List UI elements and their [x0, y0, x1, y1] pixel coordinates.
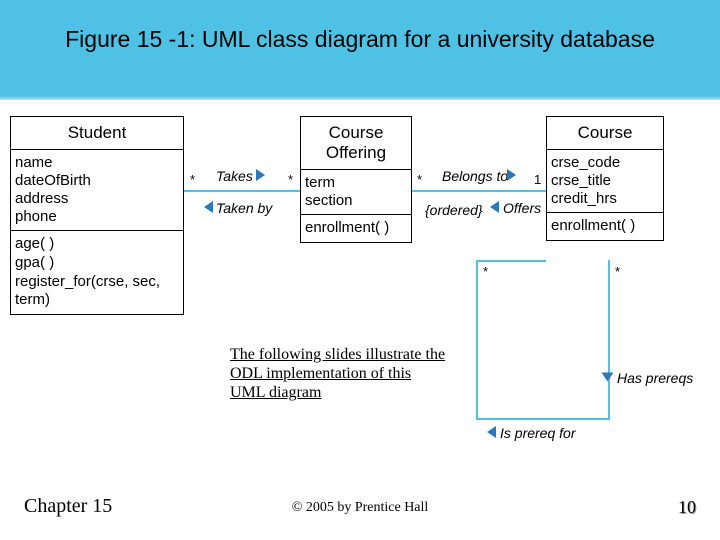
- arrowhead-belongsto-icon: [507, 169, 516, 181]
- uml-class-student-ops: age( )gpa( )register_for(crse, sec, term…: [11, 231, 183, 314]
- assoc-takes-label: Takes: [216, 168, 253, 184]
- assoc-line-student-offering: [184, 190, 300, 192]
- mult-offering-left: *: [288, 172, 293, 187]
- mult-course-up: *: [483, 264, 488, 279]
- self-assoc-line-down: [608, 260, 610, 420]
- uml-class-student-name: Student: [11, 117, 183, 150]
- uml-class-course-attrs: crse_codecrse_titlecredit_hrs: [547, 150, 663, 213]
- assoc-belongsto-label: Belongs to: [442, 168, 508, 184]
- arrowhead-offers-icon: [490, 201, 499, 213]
- assoc-ordered-constraint: {ordered}: [425, 202, 483, 218]
- uml-class-student-attrs: namedateOfBirthaddressphone: [11, 150, 183, 231]
- assoc-offers-label: Offers: [503, 200, 541, 216]
- mult-student-side: *: [190, 172, 195, 187]
- slide-title: Figure 15 -1: UML class diagram for a un…: [0, 26, 720, 53]
- uml-class-course-offering-attrs: termsection: [301, 170, 411, 215]
- copyright-label: © 2005 by Prentice Hall: [0, 500, 720, 516]
- self-assoc-line-reattach: [476, 260, 546, 262]
- page-number: 10: [678, 497, 696, 518]
- self-assoc-line-bottom: [476, 418, 610, 420]
- assoc-hasprereqs-label: Has prereqs: [617, 370, 693, 386]
- arrowhead-takes-icon: [256, 169, 265, 181]
- mult-course-down: *: [615, 264, 620, 279]
- assoc-line-offering-course: [412, 190, 546, 192]
- assoc-isprereqfor-label: Is prereq for: [500, 425, 575, 441]
- uml-class-course: Course crse_codecrse_titlecredit_hrs enr…: [546, 116, 664, 241]
- uml-class-course-offering: Course Offering termsection enrollment( …: [300, 116, 412, 243]
- uml-class-course-offering-ops: enrollment( ): [301, 215, 411, 242]
- uml-class-course-name: Course: [547, 117, 663, 150]
- arrowhead-isprereqfor-icon: [487, 426, 496, 438]
- uml-class-course-offering-name: Course Offering: [301, 117, 411, 170]
- mult-course-left: 1: [534, 172, 541, 187]
- slide-note: The following slides illustrate the ODL …: [230, 345, 470, 403]
- arrowhead-hasprereqs-icon: [602, 373, 614, 382]
- uml-class-course-ops: enrollment( ): [547, 213, 663, 240]
- mult-offering-right: *: [417, 172, 422, 187]
- arrowhead-takenby-icon: [204, 201, 213, 213]
- assoc-takenby-label: Taken by: [216, 200, 272, 216]
- uml-class-student: Student namedateOfBirthaddressphone age(…: [10, 116, 184, 315]
- self-assoc-line-up: [476, 260, 478, 420]
